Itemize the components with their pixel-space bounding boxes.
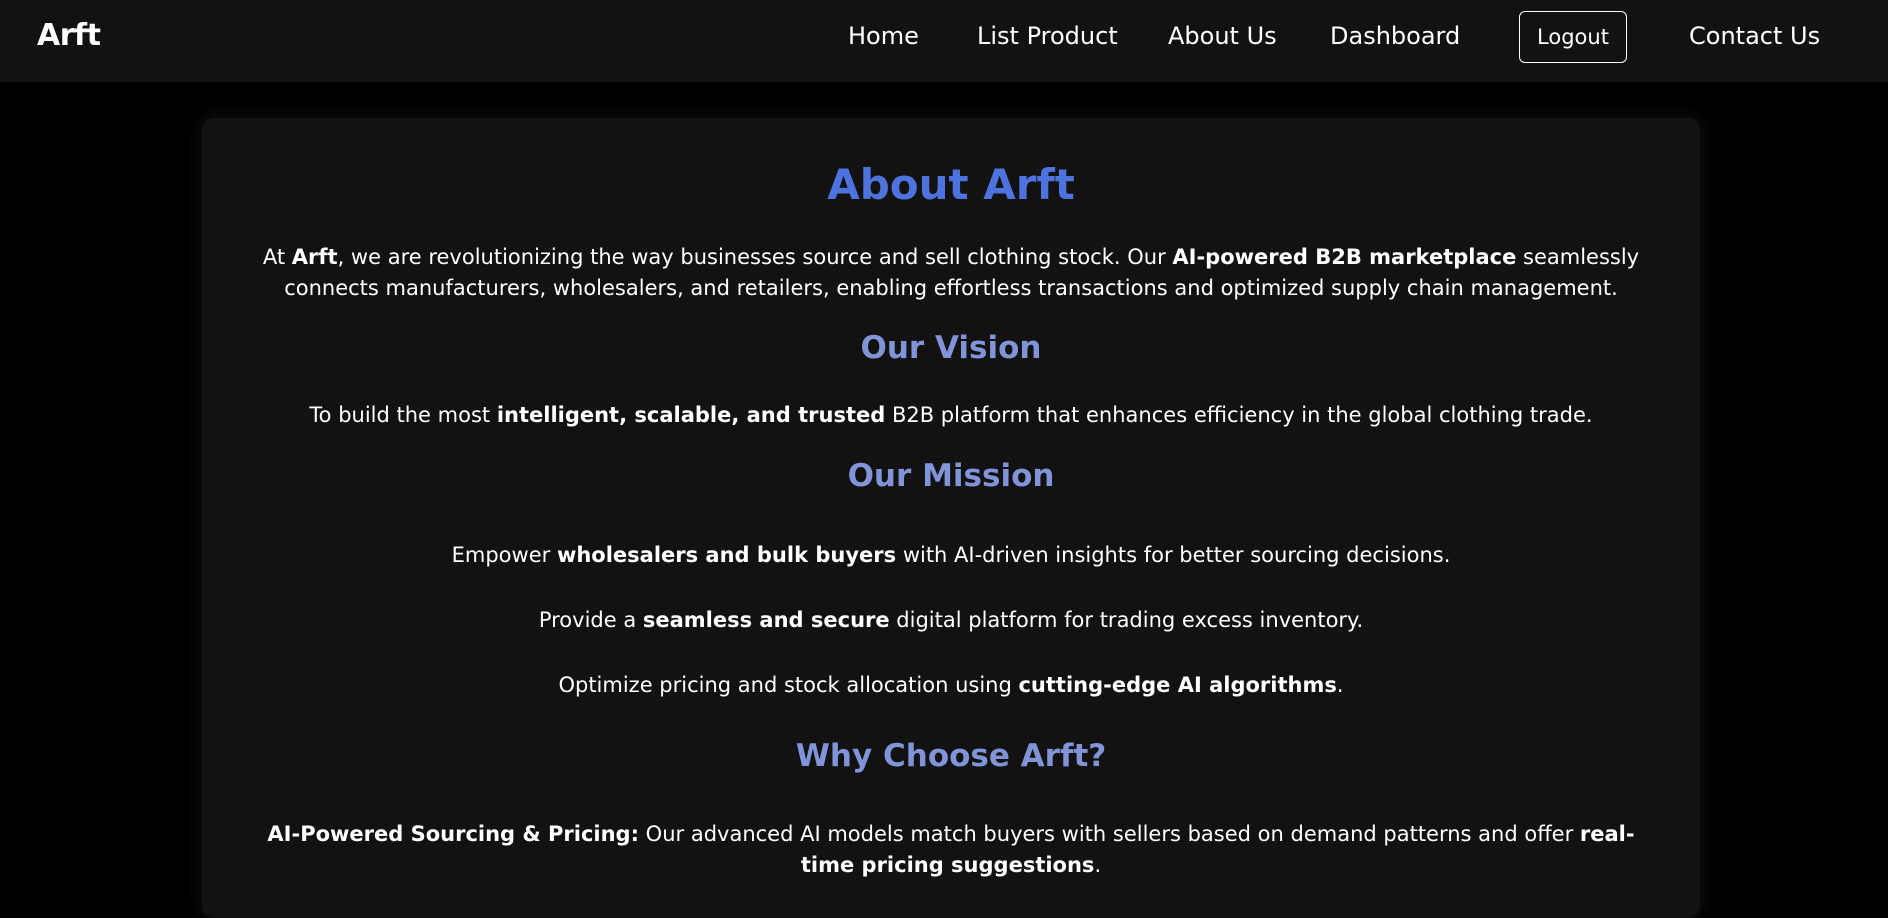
intro-bold-2: AI-powered B2B marketplace <box>1172 245 1517 269</box>
why-item: AI-Powered Sourcing & Pricing: Our advan… <box>202 819 1700 881</box>
top-navbar: Arft Home List Product About Us Dashboar… <box>0 0 1888 82</box>
mission-item: Provide a seamless and secure digital pl… <box>202 605 1700 636</box>
why-text: . <box>1094 853 1102 877</box>
mission-item: Empower wholesalers and bulk buyers with… <box>202 540 1700 571</box>
logout-button[interactable]: Logout <box>1519 11 1627 63</box>
intro-paragraph: At Arft, we are revolutionizing the way … <box>202 242 1700 304</box>
intro-bold-1: Arft <box>291 245 338 269</box>
vision-bold-1: intelligent, scalable, and trusted <box>496 403 886 427</box>
nav-list-product-link[interactable]: List Product <box>977 22 1118 50</box>
nav-home-link[interactable]: Home <box>848 22 919 50</box>
vision-text-1: To build the most <box>309 403 497 427</box>
mission-text: digital platform for trading excess inve… <box>889 608 1364 632</box>
vision-heading: Our Vision <box>860 330 1042 366</box>
mission-bold: seamless and secure <box>642 608 890 632</box>
brand-logo[interactable]: Arft <box>37 18 101 53</box>
intro-text-1: At <box>262 245 292 269</box>
why-bold-label: AI-Powered Sourcing & Pricing: <box>267 822 639 846</box>
vision-paragraph: To build the most intelligent, scalable,… <box>202 400 1700 431</box>
mission-bold: cutting-edge AI algorithms <box>1018 673 1337 697</box>
nav-contact-us-link[interactable]: Contact Us <box>1689 22 1820 50</box>
nav-about-us-link[interactable]: About Us <box>1168 22 1277 50</box>
mission-heading: Our Mission <box>847 458 1055 494</box>
mission-text: Optimize pricing and stock allocation us… <box>558 673 1019 697</box>
mission-text: with AI-driven insights for better sourc… <box>896 543 1451 567</box>
intro-text-2: , we are revolutionizing the way busines… <box>337 245 1173 269</box>
mission-bold: wholesalers and bulk buyers <box>556 543 897 567</box>
mission-item: Optimize pricing and stock allocation us… <box>202 670 1700 701</box>
about-card: About Arft At Arft, we are revolutionizi… <box>202 118 1700 918</box>
vision-text-2: B2B platform that enhances efficiency in… <box>885 403 1593 427</box>
nav-dashboard-link[interactable]: Dashboard <box>1330 22 1460 50</box>
why-text: Our advanced AI models match buyers with… <box>639 822 1580 846</box>
mission-text: . <box>1336 673 1344 697</box>
mission-text: Provide a <box>538 608 643 632</box>
why-choose-heading: Why Choose Arft? <box>795 738 1107 774</box>
mission-text: Empower <box>451 543 557 567</box>
page-title: About Arft <box>827 160 1075 209</box>
